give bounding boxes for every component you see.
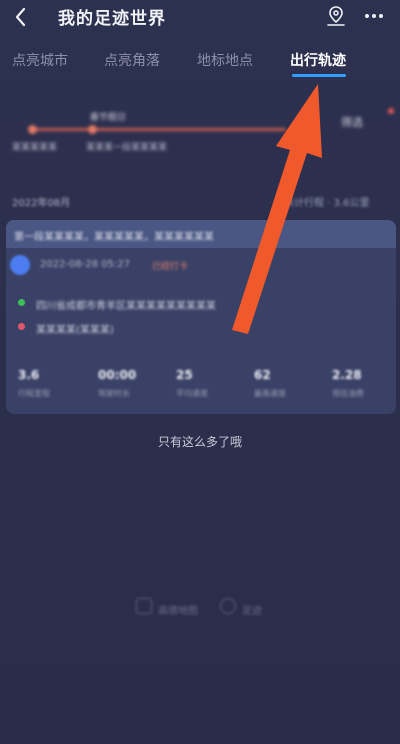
app-screen: 我的足迹世界 点亮城市 点亮角落 地标地点 出行轨迹 春节假日 某某某某某 某某…	[0, 0, 400, 744]
end-dot-icon	[18, 323, 25, 330]
end-of-list-text: 只有这么多了哦	[157, 435, 242, 449]
more-dots-icon[interactable]	[362, 4, 386, 28]
trip-banner-text: 第一段某某某某，某某某某某，某某某某某某	[14, 232, 214, 243]
stat-label: 最高速度	[254, 389, 286, 398]
page-title: 我的足迹世界	[58, 9, 166, 29]
trip-time: 2022-08-28 05:27	[40, 259, 131, 270]
footer-right-label: 足迹	[242, 606, 262, 617]
stat-label: 平均速度	[176, 389, 208, 398]
tab-travel-track[interactable]: 出行轨迹	[290, 50, 346, 70]
timeline-dot	[28, 125, 37, 134]
stat-distance: 3.6 行程里程	[18, 368, 88, 399]
stat-value: 3.6	[18, 368, 40, 382]
top-bar: 我的足迹世界	[0, 0, 400, 36]
map-pin-icon[interactable]	[324, 4, 348, 28]
footer-watermark: 高德地图 足迹	[0, 598, 400, 620]
stat-label: 行程里程	[18, 389, 50, 398]
timeline-line	[30, 128, 286, 131]
filter-button[interactable]: 筛选	[341, 114, 363, 130]
footer-left-label: 高德地图	[158, 606, 198, 617]
stat-label: 预估油费	[332, 389, 364, 398]
timeline-label-left: 某某某某某	[12, 143, 58, 153]
stat-max-speed: 62 最高速度	[254, 368, 324, 399]
start-place: 四川省成都市青羊区某某某某某某某某某	[36, 301, 216, 312]
timeline-strip[interactable]: 春节假日 某某某某某 某某某一段某某某某 筛选	[8, 100, 398, 170]
trip-banner: 第一段某某某某，某某某某某，某某某某某某	[6, 220, 396, 248]
tab-landmark[interactable]: 地标地点	[197, 50, 253, 70]
tab-light-city[interactable]: 点亮城市	[12, 50, 68, 70]
end-place: 某某某某(某某某)	[36, 325, 114, 336]
footprint-logo-icon	[220, 598, 236, 614]
stat-value: 25	[176, 368, 193, 382]
stat-value: 2.28	[332, 368, 362, 382]
trip-status-tag: 已经打卡	[152, 262, 189, 272]
timeline-dot	[88, 125, 97, 134]
chevron-left-icon[interactable]	[8, 4, 36, 30]
stat-avg-speed: 25 平均速度	[176, 368, 246, 399]
stat-fuel-cost: 2.28 预估油费	[332, 368, 396, 399]
trip-card[interactable]: 第一段某某某某，某某某某某，某某某某某某 2022-08-28 05:27 已经…	[6, 220, 396, 414]
start-dot-icon	[18, 299, 25, 306]
stat-duration: 00:00 驾驶时长	[98, 368, 168, 399]
stat-value: 62	[254, 368, 271, 382]
timeline-tag: 春节假日	[90, 113, 127, 123]
notification-dot	[388, 108, 394, 114]
stat-value: 00:00	[98, 368, 137, 382]
amap-logo-icon	[136, 598, 152, 614]
month-summary: 共计行程 · 3.6公里	[284, 198, 370, 209]
active-tab-indicator	[292, 74, 346, 77]
tab-light-corner[interactable]: 点亮角落	[104, 50, 160, 70]
month-label: 2022年08月	[12, 198, 71, 209]
stat-label: 驾驶时长	[98, 389, 130, 398]
car-avatar	[10, 255, 30, 275]
timeline-label-mid: 某某某一段某某某某	[86, 143, 168, 153]
